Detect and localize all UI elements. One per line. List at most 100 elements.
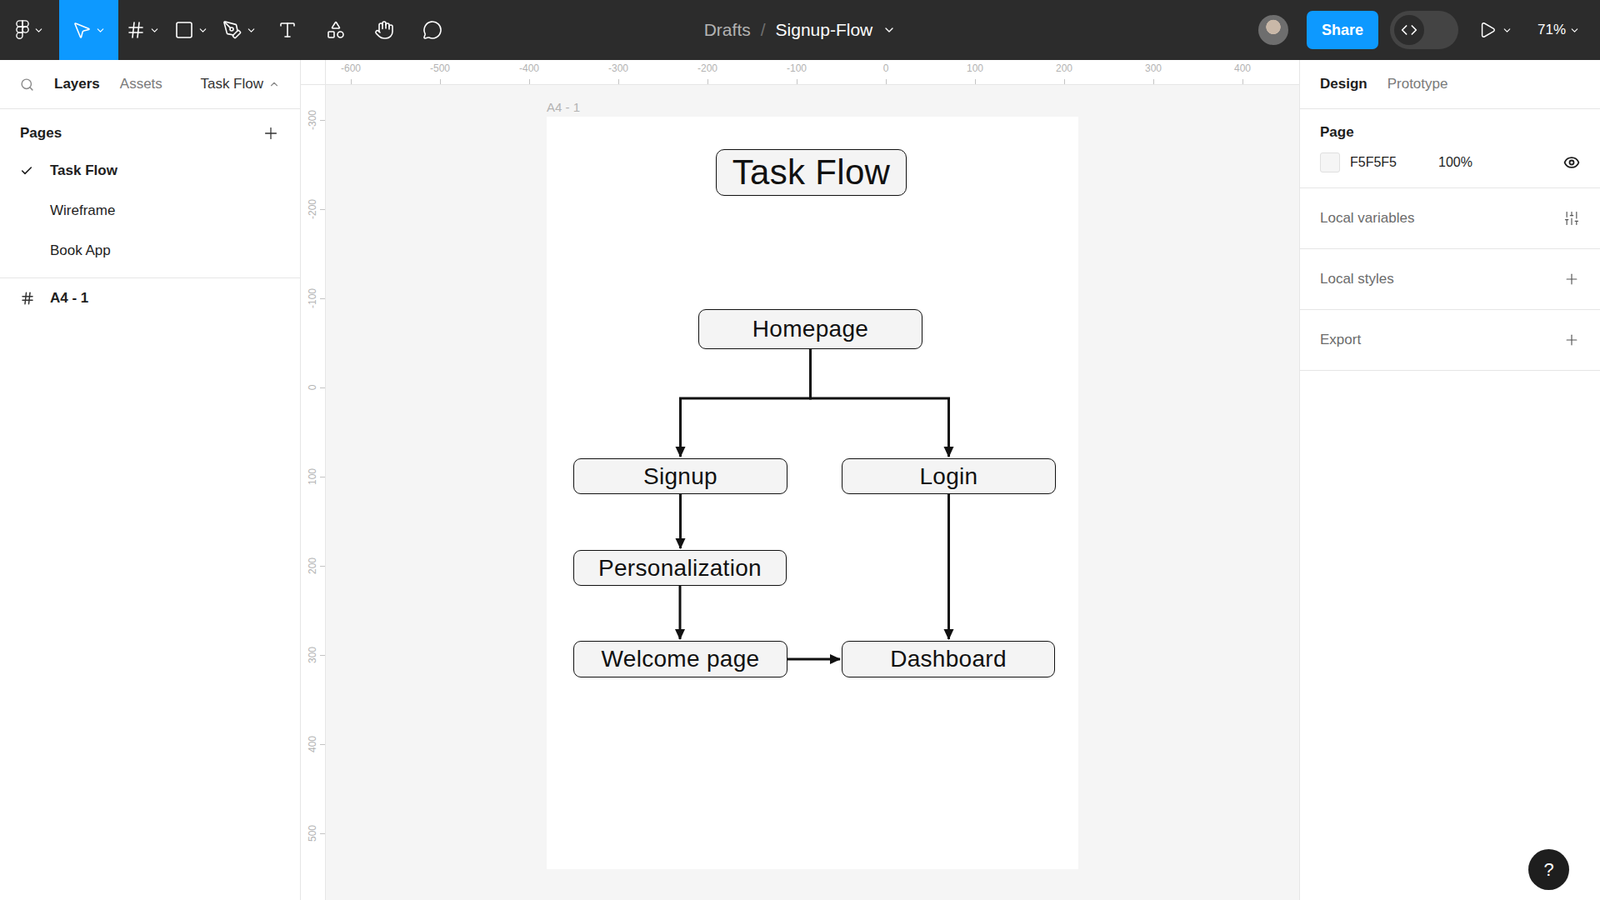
ruler-label: -600 — [340, 62, 361, 75]
tool-button[interactable] — [408, 0, 457, 60]
horizontal-ruler: -600-500-400-300-200-1000100200300400 — [325, 60, 1300, 85]
figma-window: Drafts / Signup-Flow Share 71% Layers Assets Ta… — [0, 0, 1600, 900]
color-swatch[interactable] — [1320, 152, 1340, 173]
chevron-down-icon — [1569, 25, 1580, 36]
frame-icon — [20, 290, 35, 306]
canvas-area[interactable]: A4 - 1 Task Flow Homepage Signup Login Person… — [325, 85, 1300, 900]
chevron-down-icon[interactable] — [882, 23, 896, 37]
share-button[interactable]: Share — [1306, 10, 1379, 50]
page-item[interactable]: Task Flow — [0, 150, 300, 191]
ruler-tick — [1153, 79, 1155, 85]
flow-arrow — [679, 585, 682, 640]
ruler-tick — [529, 79, 530, 85]
ruler-tick — [320, 655, 325, 656]
ruler-corner — [300, 60, 326, 85]
dev-mode-toggle[interactable] — [1390, 10, 1459, 50]
plus-icon[interactable] — [1563, 270, 1580, 288]
resources-icon — [325, 20, 346, 40]
file-name[interactable]: Signup-Flow — [775, 20, 874, 40]
workspace: LayersAssetsTask FlowPagesTask FlowWiref… — [0, 60, 1600, 900]
tool-button[interactable] — [360, 0, 409, 60]
ruler-label: 200 — [1055, 62, 1073, 75]
tool-button[interactable] — [166, 0, 215, 60]
frame-label[interactable]: A4 - 1 — [546, 100, 580, 115]
chevron-up-icon — [268, 78, 280, 90]
flow-node[interactable]: Welcome page — [573, 640, 788, 678]
flow-node[interactable]: Personalization — [573, 550, 787, 586]
tool-button[interactable] — [215, 0, 264, 60]
page-item[interactable]: Wireframe — [0, 190, 300, 231]
page-color-row[interactable]: F5F5F5100% — [1320, 152, 1580, 173]
zoom-button[interactable]: 71% — [1532, 20, 1585, 40]
main-menu-button[interactable] — [0, 0, 60, 60]
ruler-tick — [1242, 79, 1244, 85]
user-avatar[interactable] — [1258, 15, 1289, 45]
tool-button[interactable] — [311, 0, 360, 60]
flow-node[interactable]: Dashboard — [841, 640, 1055, 678]
move-icon — [71, 20, 92, 40]
help-button[interactable]: ? — [1528, 849, 1570, 890]
sliders-icon[interactable] — [1563, 210, 1580, 227]
play-icon — [1478, 20, 1497, 40]
chevron-down-icon — [149, 25, 160, 36]
a4-frame[interactable]: Task Flow Homepage Signup Login Personalizat… — [546, 116, 1079, 870]
breadcrumb-folder[interactable]: Drafts — [704, 20, 751, 40]
page-section: PageF5F5F5100% — [1300, 109, 1600, 189]
ruler-tick — [1064, 79, 1065, 85]
ruler-tick — [618, 79, 620, 85]
diagram-title[interactable]: Task Flow — [715, 149, 907, 196]
ruler-label: 400 — [1234, 62, 1251, 75]
tool-button[interactable] — [118, 0, 167, 60]
check-icon — [20, 164, 34, 178]
layer-row[interactable]: A4 - 1 — [0, 278, 300, 319]
panel-tab[interactable]: Assets — [120, 75, 163, 93]
page-item[interactable]: Book App — [0, 230, 300, 271]
canvas[interactable]: -600-500-400-300-200-1000100200300400-30… — [300, 60, 1300, 900]
flow-arrow — [810, 349, 950, 457]
chevron-down-icon — [1501, 25, 1513, 36]
ruler-tick — [885, 79, 887, 85]
panel-section[interactable]: Export — [1300, 310, 1600, 371]
flow-node[interactable]: Login — [841, 458, 1056, 495]
ruler-label: 0 — [883, 62, 890, 75]
ruler-tick — [440, 79, 441, 85]
frame-icon — [125, 20, 146, 40]
top-bar: Drafts / Signup-Flow Share 71% — [0, 0, 1600, 60]
search-icon[interactable] — [20, 77, 35, 92]
ruler-tick — [320, 565, 325, 567]
flow-arrow — [787, 658, 840, 661]
panel-section[interactable]: Local variables — [1300, 188, 1600, 250]
top-actions: Share 71% — [895, 10, 1600, 50]
panel-section[interactable]: Local styles — [1300, 249, 1600, 310]
left-panel: LayersAssetsTask FlowPagesTask FlowWiref… — [0, 60, 301, 900]
eye-icon[interactable] — [1563, 154, 1580, 171]
vertical-ruler: -300-200-1000100200300400500 — [300, 85, 326, 900]
code-icon — [1400, 21, 1418, 39]
left-tabs: Layers Assets Task Flow — [0, 60, 300, 110]
flow-node[interactable]: Homepage — [698, 309, 923, 350]
right-tabs: Design Prototype — [1300, 60, 1600, 110]
panel-tab[interactable]: Design — [1320, 75, 1368, 93]
breadcrumb-separator: / — [760, 20, 766, 40]
plus-icon[interactable] — [261, 124, 280, 143]
present-button[interactable] — [1470, 20, 1521, 40]
ruler-label: 0 — [306, 385, 319, 391]
ruler-label: -200 — [697, 62, 718, 75]
page-selector[interactable]: Task Flow — [200, 75, 280, 93]
flow-node[interactable]: Signup — [573, 458, 788, 495]
breadcrumb[interactable]: Drafts / Signup-Flow — [704, 20, 897, 40]
flow-arrow — [680, 349, 811, 457]
tool-button[interactable] — [59, 0, 119, 60]
panel-tab[interactable]: Layers — [54, 75, 100, 93]
panel-tab[interactable]: Prototype — [1387, 75, 1449, 93]
plus-icon[interactable] — [1563, 331, 1580, 349]
ruler-label: 300 — [306, 646, 319, 664]
chevron-down-icon — [95, 25, 106, 36]
ruler-tick — [975, 79, 976, 85]
hand-icon — [374, 20, 395, 40]
ruler-label: -100 — [306, 288, 319, 309]
tool-button[interactable] — [263, 0, 312, 60]
ruler-label: 200 — [306, 557, 319, 575]
ruler-label: 300 — [1145, 62, 1162, 75]
ruler-label: -500 — [430, 62, 450, 75]
